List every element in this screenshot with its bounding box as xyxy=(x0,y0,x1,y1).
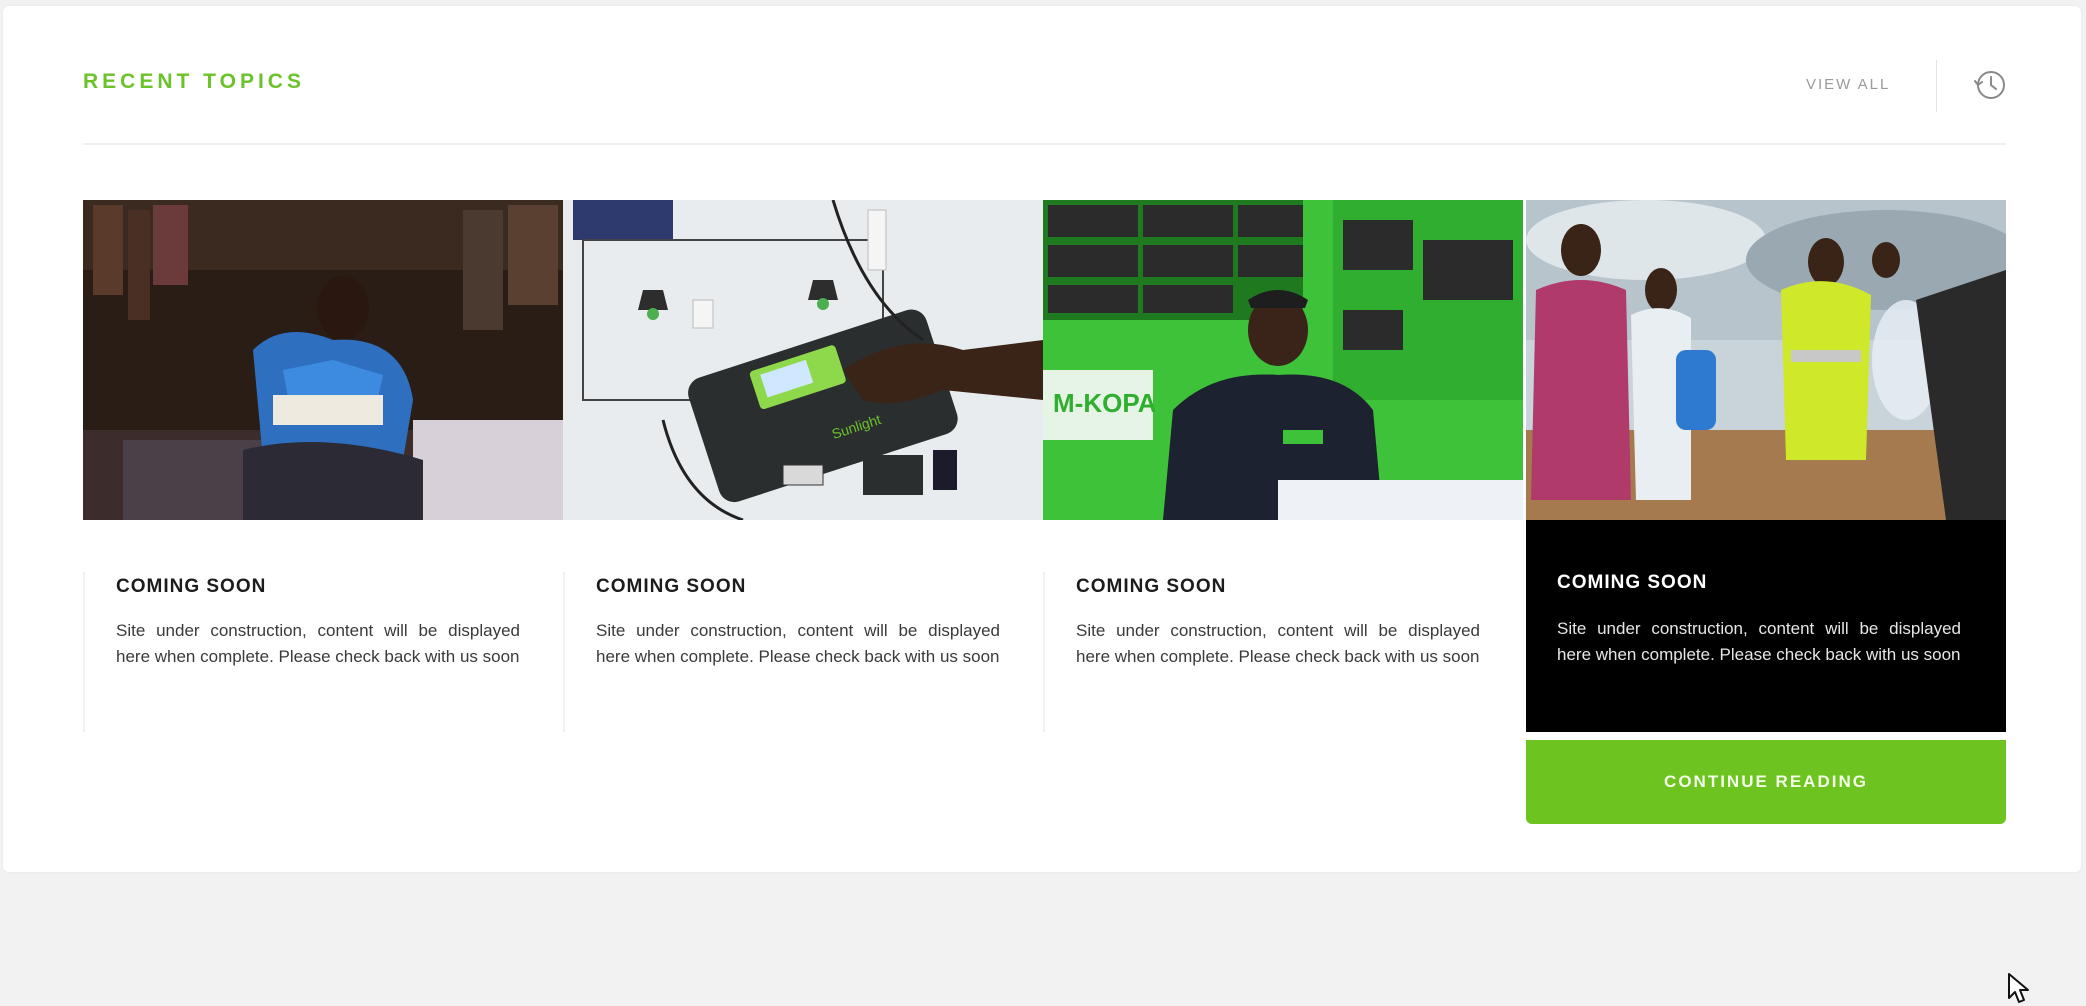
card-text: Site under construction, content will be… xyxy=(1557,619,1961,664)
person-reading-photo xyxy=(83,200,563,520)
card-image[interactable] xyxy=(1526,200,2006,520)
card-body: COMING SOON Site under construction, con… xyxy=(1526,520,2006,732)
card-title: COMING SOON xyxy=(596,576,747,597)
section-title: RECENT TOPICS xyxy=(83,70,305,93)
svg-text:M-KOPA: M-KOPA xyxy=(1053,388,1157,418)
outdoor-group-photo xyxy=(1526,200,2006,520)
topic-card-featured[interactable]: COMING SOON Site under construction, con… xyxy=(1526,200,2006,824)
card-text: Site under construction, content will be… xyxy=(1076,621,1480,666)
continue-reading-label: CONTINUE READING xyxy=(1664,772,1868,791)
topic-card[interactable]: Sunlight COMING SOON Site under construc… xyxy=(563,200,1043,824)
card-text: Site under construction, content will be… xyxy=(116,621,520,666)
card-image[interactable]: Sunlight xyxy=(563,200,1043,520)
section-header: RECENT TOPICS VIEW ALL xyxy=(83,60,2005,112)
card-image[interactable]: M-KOPA xyxy=(1043,200,1523,520)
history-clock-icon[interactable] xyxy=(1974,68,2008,102)
view-all-link[interactable]: VIEW ALL xyxy=(1806,76,1890,93)
header-divider xyxy=(1936,60,1937,112)
topic-card[interactable]: COMING SOON Site under construction, con… xyxy=(83,200,563,824)
header-rule xyxy=(83,143,2006,145)
card-title: COMING SOON xyxy=(1557,572,1708,593)
shop-agent-photo: M-KOPA xyxy=(1043,200,1523,520)
continue-reading-button[interactable]: CONTINUE READING xyxy=(1526,740,2006,824)
topic-card[interactable]: M-KOPA COMING SOON Site under constructi… xyxy=(1043,200,1523,824)
card-title: COMING SOON xyxy=(1076,576,1227,597)
card-body: COMING SOON Site under construction, con… xyxy=(563,572,1043,732)
card-image[interactable] xyxy=(83,200,563,520)
card-body: COMING SOON Site under construction, con… xyxy=(83,572,563,732)
mouse-pointer-icon xyxy=(2008,973,2029,1003)
card-text: Site under construction, content will be… xyxy=(596,621,1000,666)
card-title: COMING SOON xyxy=(116,576,267,597)
recent-topics-panel: RECENT TOPICS VIEW ALL COMING SOON Site … xyxy=(3,6,2081,1003)
card-body: COMING SOON Site under construction, con… xyxy=(1043,572,1523,732)
solar-battery-photo: Sunlight xyxy=(563,200,1043,520)
topic-cards: COMING SOON Site under construction, con… xyxy=(83,200,2029,1003)
